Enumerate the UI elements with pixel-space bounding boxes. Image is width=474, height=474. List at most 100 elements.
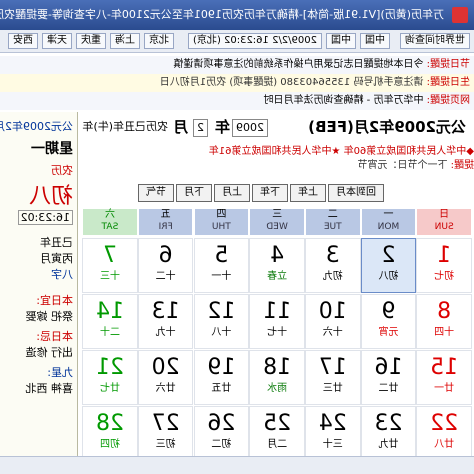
lunar-day: 十七 xyxy=(267,327,288,338)
calendar-day[interactable]: 7 十三 xyxy=(82,238,138,293)
calendar-title: 公元2009年2月(FEB) xyxy=(308,118,466,136)
info-label: 网页提醒: xyxy=(426,95,470,106)
year-select[interactable]: 2009 xyxy=(232,119,268,137)
day-number: 11 xyxy=(263,299,292,324)
calendar-day[interactable]: 24 三十 xyxy=(304,406,361,461)
weekday-zh: 四 xyxy=(216,209,227,220)
month-unit: 月 xyxy=(172,118,188,136)
lunar-day: 初四 xyxy=(99,439,120,450)
calendar-day[interactable]: 20 廿六 xyxy=(137,350,194,405)
weekday-zh: 二 xyxy=(327,209,338,220)
prev-year-button[interactable]: 上年 xyxy=(290,184,326,202)
day-number: 21 xyxy=(95,355,124,380)
weekday-en: TUE xyxy=(323,222,342,232)
lunar-day: 初三 xyxy=(155,439,176,450)
weekday-en: THU xyxy=(211,222,231,232)
calendar-day[interactable]: 23 廿九 xyxy=(360,406,417,461)
calendar-day[interactable]: 12 十八 xyxy=(193,294,250,349)
calendar-day[interactable]: 22 廿八 xyxy=(416,406,472,461)
calendar-day[interactable]: 10 十六 xyxy=(304,294,361,349)
detail-bazi[interactable]: 八字 xyxy=(51,266,73,282)
next-month-button[interactable]: 下月 xyxy=(176,184,212,202)
lunar-day: 初九 xyxy=(322,271,343,282)
day-number: 20 xyxy=(151,355,180,380)
ganzhi-year: 农历己丑年(牛)年 xyxy=(82,120,168,133)
calendar-day-today[interactable]: 2 初八 xyxy=(360,238,417,293)
lunar-day: 十六 xyxy=(322,327,343,338)
title-bar: 万年历(黄历)[V1.91版-简体]-精确万年历农历1901年至公元2100年-… xyxy=(0,0,474,30)
day-number: 19 xyxy=(207,355,236,380)
calendar-day[interactable]: 17 廿三 xyxy=(304,350,361,405)
lunar-day: 二十 xyxy=(99,327,120,338)
calendar-day[interactable]: 4 立春 xyxy=(249,238,305,293)
day-number: 1 xyxy=(437,243,452,268)
toolbar-country-select[interactable]: 中国 xyxy=(360,33,390,49)
solar-term-button[interactable]: 节气 xyxy=(138,184,174,202)
detail-star-label: 九星: xyxy=(47,366,73,379)
detail-yi-label: 本日宜: xyxy=(36,294,73,307)
calendar-day[interactable]: 3 初九 xyxy=(304,238,361,293)
calendar-day[interactable]: 16 廿二 xyxy=(360,350,417,405)
reminder-label: 提醒: xyxy=(450,160,474,170)
calendar-day[interactable]: 19 廿五 xyxy=(193,350,250,405)
info-text: 中华万年历 - 精确查询历法年月日时 xyxy=(263,95,424,106)
day-number: 2 xyxy=(381,243,396,268)
today-button[interactable]: 回到本月 xyxy=(328,184,384,202)
info-text: 今日本地提醒日志记录用户操作系统前的注意事项请谨慎 xyxy=(173,59,424,70)
lunar-day: 十四 xyxy=(434,327,455,338)
toolbar-region-select[interactable]: 中国 xyxy=(326,33,356,49)
toolbar-city-beijing[interactable]: 北京 xyxy=(144,33,174,49)
calendar-day[interactable]: 14 二十 xyxy=(82,294,138,349)
detail-ji-label: 本日忌: xyxy=(36,330,73,343)
month-select[interactable]: 2 xyxy=(193,119,208,137)
day-number: 6 xyxy=(158,243,173,268)
day-number: 24 xyxy=(318,411,347,436)
calendar-day[interactable]: 18 雨水 xyxy=(249,350,305,405)
toolbar-world-time-button[interactable]: 世界时间查询 xyxy=(400,33,470,49)
calendar-day[interactable]: 15 廿一 xyxy=(416,350,472,405)
lunar-day: 廿六 xyxy=(155,383,176,394)
calendar-day[interactable]: 8 十四 xyxy=(416,294,472,349)
lunar-day: 初二 xyxy=(211,439,232,450)
reminder-line: 提醒: 下一个节日：元宵节 xyxy=(80,156,474,170)
weekday-en: WED xyxy=(266,222,288,232)
calendar-day[interactable]: 11 十七 xyxy=(249,294,305,349)
calendar-day[interactable]: 25 二月 xyxy=(249,406,305,461)
lunar-day: 廿二 xyxy=(378,383,399,394)
toolbar-time-display: 2009/2/2 16:23:02 (北京) xyxy=(188,33,322,49)
calendar-header: 公元2009年2月(FEB) 2009 年 2 月 农历己丑年(牛)年 xyxy=(80,114,474,140)
weekday-zh: 三 xyxy=(272,209,283,220)
lunar-day: 初七 xyxy=(434,271,455,282)
calendar-day[interactable]: 13 十九 xyxy=(137,294,194,349)
lunar-day: 雨水 xyxy=(267,383,288,394)
day-number: 5 xyxy=(214,243,229,268)
calendar-day[interactable]: 1 初七 xyxy=(416,238,472,293)
detail-lunar-label: 农历 xyxy=(51,164,73,177)
year-unit: 年 xyxy=(214,118,230,136)
calendar-day[interactable]: 9 元宵 xyxy=(360,294,417,349)
weekday-zh: 日 xyxy=(439,209,450,220)
calendar-week-row: 15 廿一 16 廿二 17 廿三 18 雨水 19 廿五 20 廿六 21 廿七 xyxy=(82,350,472,405)
day-number: 18 xyxy=(263,355,292,380)
calendar-day[interactable]: 21 廿七 xyxy=(82,350,138,405)
detail-time: 16:23:02 xyxy=(17,210,73,225)
weekday-zh: 一 xyxy=(383,209,394,220)
day-number: 16 xyxy=(374,355,403,380)
toolbar-city-tianjin[interactable]: 天津 xyxy=(42,33,72,49)
weekday-zh: 六 xyxy=(104,209,115,220)
calendar-day[interactable]: 6 十二 xyxy=(137,238,194,293)
lunar-day: 十三 xyxy=(99,271,120,282)
calendar-day[interactable]: 27 初三 xyxy=(137,406,194,461)
toolbar-city-shanghai[interactable]: 上海 xyxy=(110,33,140,49)
prev-month-button[interactable]: 上月 xyxy=(214,184,250,202)
calendar-day[interactable]: 26 初二 xyxy=(193,406,250,461)
weekday-header-cell: 二 TUE xyxy=(304,208,361,236)
calendar-day[interactable]: 28 初四 xyxy=(82,406,138,461)
lunar-day: 十九 xyxy=(155,327,176,338)
toolbar-city-chongqing[interactable]: 重庆 xyxy=(76,33,106,49)
next-year-button[interactable]: 下年 xyxy=(252,184,288,202)
toolbar-city-xian[interactable]: 西安 xyxy=(8,33,38,49)
holiday-line: ◆中华人民共和国成立第60年 ★中华人民共和国成立第61年 xyxy=(208,146,474,156)
calendar-day[interactable]: 5 十一 xyxy=(193,238,250,293)
day-number: 17 xyxy=(318,355,347,380)
